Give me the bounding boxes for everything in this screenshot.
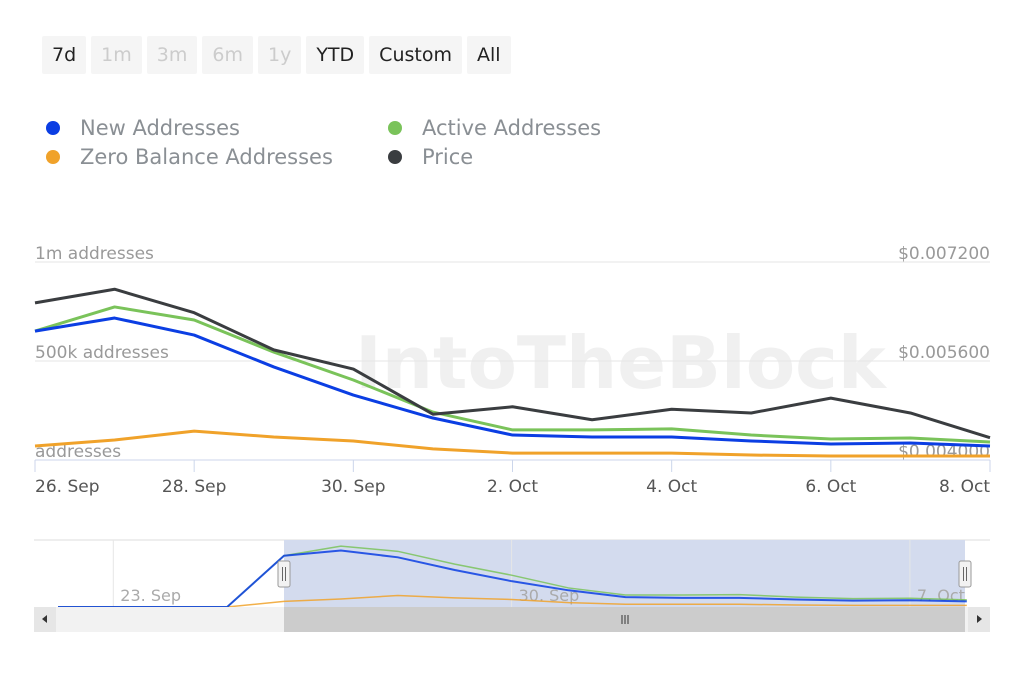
x-axis-tick-label: 2. Oct	[487, 477, 538, 497]
x-axis-tick-label: 6. Oct	[805, 477, 856, 497]
left-axis-tick-label: 1m addresses	[35, 244, 154, 264]
x-axis-tick-label: 28. Sep	[162, 477, 226, 497]
navigator-tick-label: 23. Sep	[120, 586, 181, 605]
right-axis-tick-label: $0.005600	[898, 343, 990, 363]
right-axis-tick-label: $0.007200	[898, 244, 990, 264]
navigator-left-handle[interactable]	[277, 560, 291, 588]
navigator-right-handle[interactable]	[958, 560, 972, 588]
x-axis-tick-label: 8. Oct	[939, 477, 990, 497]
watermark-logo: IntoTheBlock	[355, 321, 888, 405]
chart: IntoTheBlock addresses500k addresses1m a…	[34, 244, 991, 632]
left-axis-tick-label: 500k addresses	[35, 343, 169, 363]
x-axis-tick-label: 4. Oct	[646, 477, 697, 497]
x-axis-tick-label: 26. Sep	[35, 477, 99, 497]
x-axis-tick-label: 30. Sep	[321, 477, 385, 497]
